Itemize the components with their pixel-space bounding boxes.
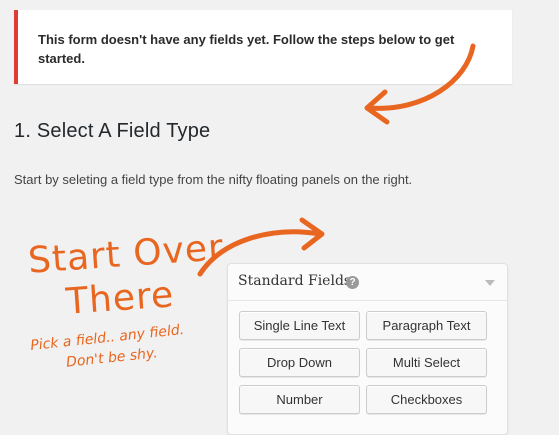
question-circle-icon[interactable]: ? xyxy=(346,276,359,289)
curved-arrow-to-notice-icon xyxy=(364,43,476,125)
panel-title: Standard Fields xyxy=(238,273,352,289)
number-button[interactable]: Number xyxy=(239,385,360,414)
triangle-down-icon[interactable] xyxy=(485,280,495,286)
checkboxes-button[interactable]: Checkboxes xyxy=(366,385,487,414)
standard-fields-panel: Standard Fields ? Single Line Text Parag… xyxy=(227,263,508,435)
step-description: Start by seleting a field type from the … xyxy=(14,172,413,187)
paragraph-text-button[interactable]: Paragraph Text xyxy=(366,311,487,340)
single-line-text-button[interactable]: Single Line Text xyxy=(239,311,360,340)
hint-heading-line2: There xyxy=(64,274,176,323)
panel-header[interactable]: Standard Fields ? xyxy=(228,264,507,301)
multi-select-button[interactable]: Multi Select xyxy=(366,348,487,377)
step-title: 1. Select A Field Type xyxy=(14,120,211,142)
hint-subtext-line2: Don't be shy. xyxy=(65,345,159,371)
hint-subtext-line1: Pick a field.. any field. xyxy=(29,321,185,355)
drop-down-button[interactable]: Drop Down xyxy=(239,348,360,377)
